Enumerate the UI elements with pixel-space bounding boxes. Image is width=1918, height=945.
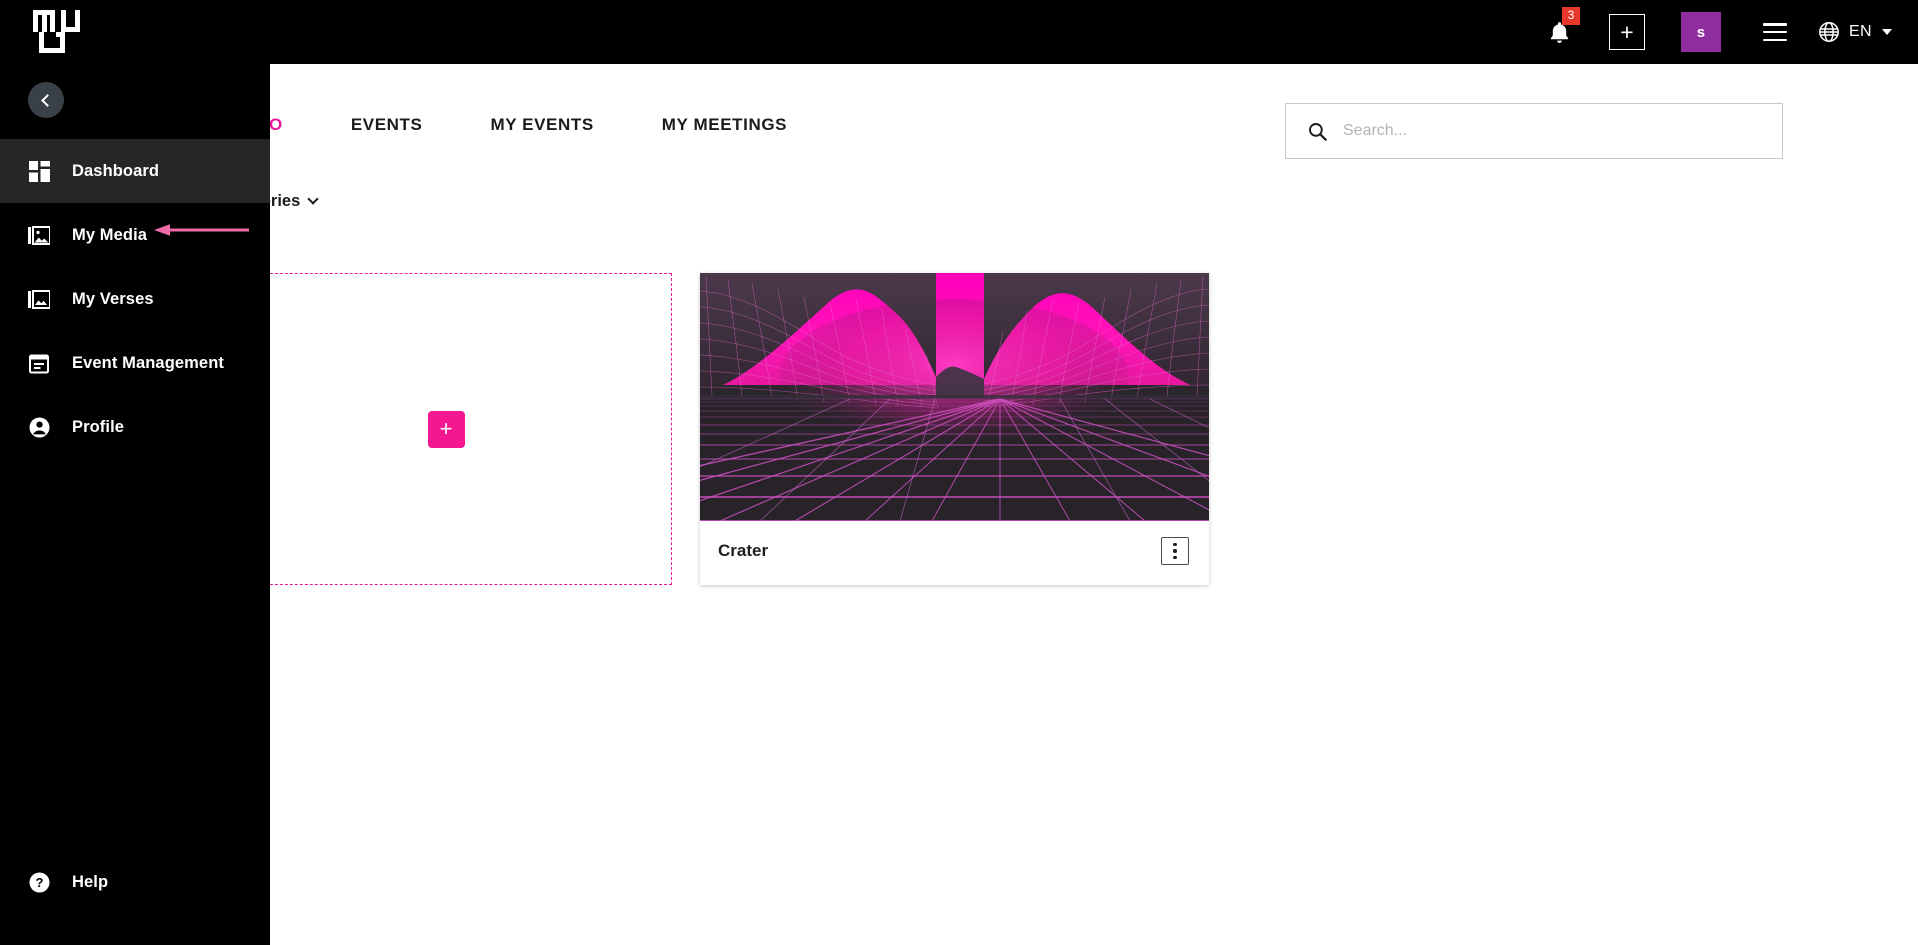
media-card[interactable]: Crater [700, 273, 1209, 585]
top-bar-actions: 3 + s EN [1529, 0, 1892, 64]
search-box[interactable] [1285, 103, 1783, 159]
sidebar-item-label: Dashboard [72, 161, 160, 180]
sidebar-item-label: Event Management [72, 353, 224, 372]
sidebar-item-help[interactable]: ? Help [0, 862, 270, 902]
hamburger-icon [1762, 23, 1787, 41]
sidebar-item-my-media[interactable]: My Media [0, 203, 270, 267]
create-button[interactable]: + [1591, 0, 1663, 64]
search-icon [1309, 122, 1327, 141]
create-button-label: + [1620, 18, 1634, 45]
notifications-button[interactable]: 3 [1529, 0, 1591, 64]
plus-icon: + [1608, 14, 1645, 50]
main-tabs: STUDIO EVENTS MY EVENTS MY MEETINGS [215, 102, 855, 148]
avatar: s [1680, 12, 1721, 52]
tab-label: MY MEETINGS [661, 115, 788, 134]
media-card-title: Crater [718, 541, 769, 560]
notification-badge: 3 [1561, 7, 1580, 25]
kebab-menu-icon [1173, 542, 1177, 547]
verses-image-icon [28, 288, 50, 310]
menu-button[interactable] [1739, 0, 1811, 64]
sidebar-item-my-verses[interactable]: My Verses [0, 267, 270, 331]
language-value: EN [1848, 23, 1872, 40]
tab-label: MY EVENTS [490, 115, 594, 134]
sidebar-item-dashboard[interactable]: Dashboard [0, 139, 270, 203]
sidebar-collapse-button[interactable] [28, 82, 64, 118]
main-content: STUDIO EVENTS MY EVENTS MY MEETINGS Cate… [215, 64, 1918, 945]
user-avatar-button[interactable]: s [1663, 0, 1739, 64]
add-media-button-label: + [439, 416, 453, 441]
media-grid: + Crater [220, 273, 1209, 585]
tab-my-events[interactable]: MY EVENTS [490, 115, 593, 148]
media-card-menu-button[interactable] [1161, 537, 1189, 565]
avatar-initial: s [1696, 23, 1706, 41]
calendar-icon [28, 352, 50, 374]
sidebar-item-label: Help [72, 872, 109, 891]
tab-my-meetings[interactable]: MY MEETINGS [662, 115, 787, 148]
sidebar-item-label: My Media [72, 225, 148, 244]
sidebar-item-profile[interactable]: Profile [0, 395, 270, 459]
search-input[interactable] [1343, 122, 1743, 140]
synthwave-grid-landscape-icon [700, 273, 1209, 521]
language-selector[interactable]: EN [1811, 0, 1892, 64]
add-media-button[interactable]: + [427, 410, 465, 448]
globe-icon [1819, 22, 1839, 42]
app-logo[interactable] [31, 8, 83, 56]
chevron-down-icon [1882, 29, 1892, 35]
person-circle-icon [28, 416, 50, 438]
sidebar-item-event-management[interactable]: Event Management [0, 331, 270, 395]
media-thumbnail [700, 273, 1209, 521]
chevron-down-icon [307, 193, 319, 205]
sidebar-item-label: Profile [72, 417, 125, 436]
sidebar-item-label: My Verses [72, 289, 154, 308]
add-media-card[interactable]: + [220, 273, 672, 585]
sidebar: Dashboard My Media My Verses Event Manag… [0, 64, 270, 945]
chevron-left-icon [41, 93, 54, 107]
svg-text:?: ? [35, 875, 43, 890]
dashboard-icon [28, 160, 50, 182]
media-card-footer: Crater [700, 521, 1209, 581]
top-bar: 3 + s EN [0, 0, 1918, 64]
tab-events[interactable]: EVENTS [351, 115, 423, 148]
media-image-icon [28, 224, 50, 246]
sidebar-nav: Dashboard My Media My Verses Event Manag… [0, 139, 270, 459]
help-circle-icon: ? [28, 871, 50, 893]
tab-label: EVENTS [350, 115, 423, 134]
